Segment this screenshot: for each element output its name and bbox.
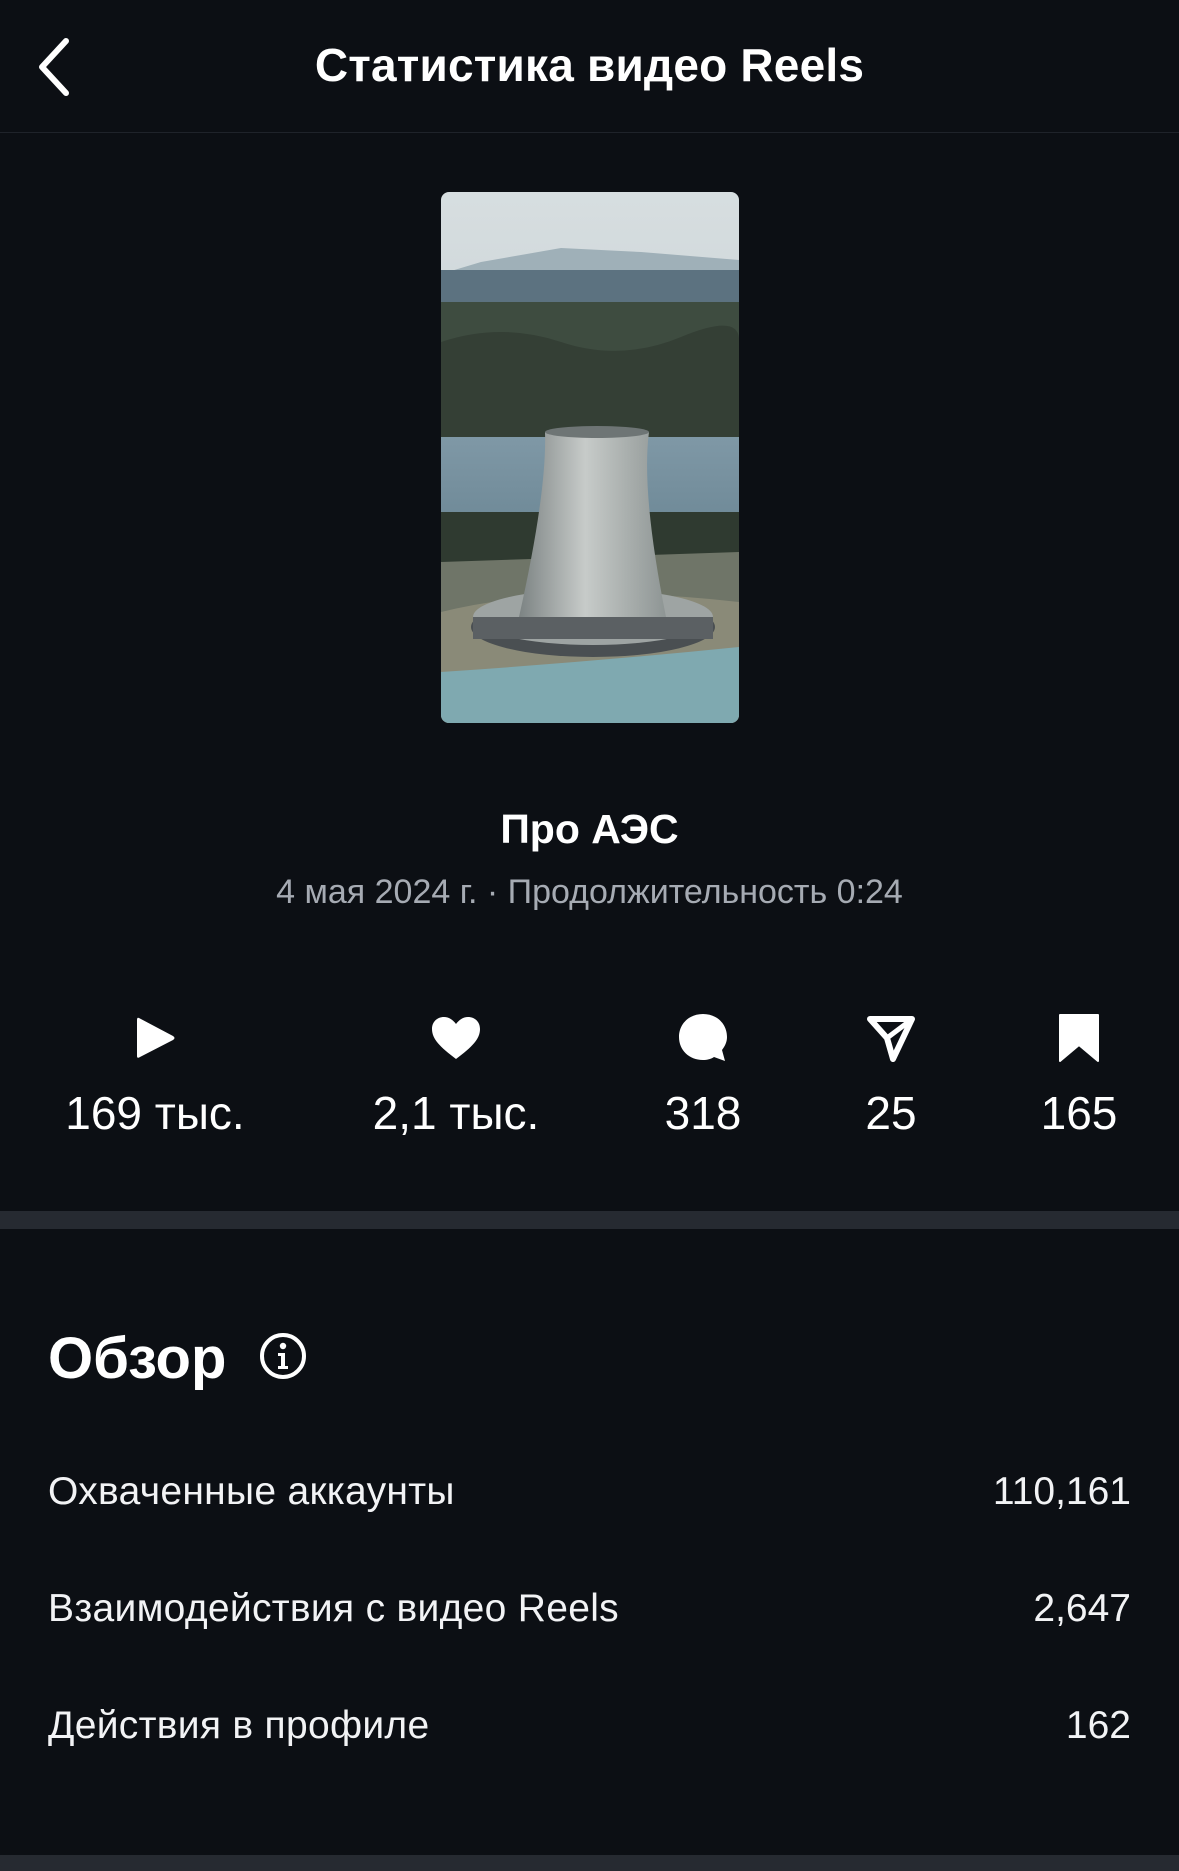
section-divider [0,1211,1179,1229]
overview-title: Обзор [48,1326,227,1391]
bookmark-icon [1059,1014,1099,1062]
metric-shares-value: 25 [865,1087,917,1139]
overview-row-value: 162 [1065,1704,1131,1747]
overview-row-value: 2,647 [1033,1587,1131,1630]
metric-comments: 318 [593,1010,813,1140]
metric-plays: 169 тыс. [45,1010,265,1140]
comment-icon [679,1014,727,1061]
overview-row-accounts-reached[interactable]: Охваченные аккаунты 110,161 [48,1462,1131,1522]
info-icon [260,1333,306,1379]
reel-thumbnail-image [441,192,739,723]
info-button[interactable] [258,1331,308,1381]
reel-meta: 4 мая 2024 г. · Продолжительность 0:24 [276,873,903,911]
metric-likes: 2,1 тыс. [346,1010,566,1140]
heart-icon [432,1017,480,1059]
overview-row-label: Действия в профиле [48,1704,430,1747]
overview-row-reel-interactions[interactable]: Взаимодействия с видео Reels 2,647 [48,1579,1131,1639]
reel-title: Про АЭС [500,806,679,852]
metric-saves: 165 [969,1010,1179,1140]
share-icon [867,1016,915,1062]
metric-saves-value: 165 [1040,1087,1118,1139]
metric-shares: 25 [781,1010,1001,1140]
page-title: Статистика видео Reels [314,39,865,91]
overview-row-profile-activity[interactable]: Действия в профиле 162 [48,1696,1131,1756]
section-divider-bottom [0,1855,1179,1871]
metric-comments-value: 318 [664,1087,742,1139]
overview-row-value: 110,161 [992,1470,1131,1513]
top-bar: Статистика видео Reels [0,0,1179,133]
play-icon [137,1017,175,1058]
metric-plays-value: 169 тыс. [65,1087,245,1139]
overview-row-label: Взаимодействия с видео Reels [48,1587,619,1630]
overview-row-label: Охваченные аккаунты [48,1470,455,1513]
metric-likes-value: 2,1 тыс. [372,1087,540,1139]
reel-thumbnail[interactable] [441,192,739,723]
